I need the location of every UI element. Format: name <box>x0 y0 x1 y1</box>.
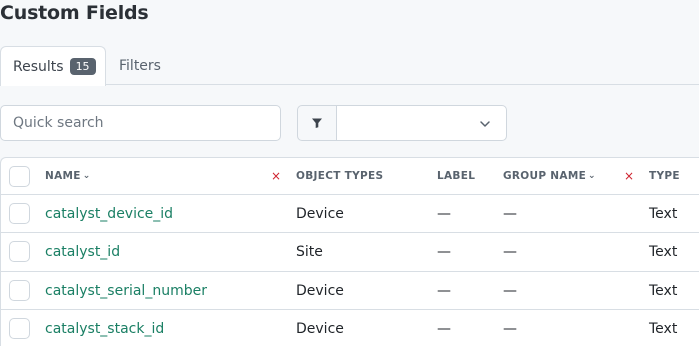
field-name-link[interactable]: catalyst_device_id <box>45 195 173 232</box>
object-types-cell: Site <box>296 244 323 260</box>
group-name-cell: — <box>503 244 517 260</box>
results-count-badge: 15 <box>69 58 96 75</box>
row-checkbox[interactable] <box>9 203 30 224</box>
column-header-name-label: NAME <box>45 170 81 182</box>
label-cell: — <box>437 205 451 222</box>
page-title: Custom Fields <box>0 2 149 24</box>
field-name-link[interactable]: catalyst_stack_id <box>45 310 164 346</box>
results-tabs: Results 15 Filters <box>0 46 699 86</box>
object-types-cell: Device <box>296 205 344 222</box>
filter-icon <box>312 118 322 128</box>
table-header-row: NAME ⌄ × OBJECT TYPES LABEL GROUP NAME ⌄… <box>1 158 699 195</box>
column-header-name[interactable]: NAME ⌄ <box>45 158 91 194</box>
group-name-cell: — <box>503 282 517 299</box>
sort-chevron-icon: ⌄ <box>82 171 91 181</box>
label-cell: — <box>437 320 451 337</box>
tab-filters[interactable]: Filters <box>119 46 161 85</box>
table-row: catalyst_stack_id Device — — Text <box>1 310 699 346</box>
column-header-object-types: OBJECT TYPES <box>296 170 384 182</box>
field-name-link[interactable]: catalyst_serial_number <box>45 272 207 309</box>
group-name-cell: — <box>503 205 517 222</box>
object-types-cell: Device <box>296 320 344 337</box>
label-cell: — <box>437 282 451 299</box>
type-cell: Text <box>649 320 678 337</box>
field-name-link[interactable]: catalyst_id <box>45 233 120 271</box>
label-cell: — <box>437 244 451 260</box>
table-row: catalyst_id Site — — Text <box>1 233 699 272</box>
column-header-label: LABEL <box>437 170 476 182</box>
select-all-checkbox[interactable] <box>9 166 30 187</box>
column-header-group-name[interactable]: GROUP NAME ⌄ <box>503 158 596 194</box>
tab-results[interactable]: Results 15 <box>0 46 106 86</box>
filter-button[interactable] <box>297 105 337 141</box>
filter-field-select[interactable] <box>336 105 507 141</box>
column-header-type: TYPE <box>649 170 680 182</box>
quick-search-input[interactable]: Quick search <box>0 105 281 141</box>
clear-group-filter-icon[interactable]: × <box>624 158 634 194</box>
row-checkbox[interactable] <box>9 241 30 262</box>
custom-fields-table: NAME ⌄ × OBJECT TYPES LABEL GROUP NAME ⌄… <box>0 157 699 346</box>
chevron-down-icon <box>480 121 490 127</box>
clear-name-filter-icon[interactable]: × <box>271 158 281 194</box>
column-header-group-name-label: GROUP NAME <box>503 170 587 182</box>
row-checkbox[interactable] <box>9 318 30 339</box>
group-name-cell: — <box>503 320 517 337</box>
type-cell: Text <box>649 244 678 260</box>
table-row: catalyst_serial_number Device — — Text <box>1 272 699 310</box>
object-types-cell: Device <box>296 282 344 299</box>
type-cell: Text <box>649 205 678 222</box>
table-row: catalyst_device_id Device — — Text <box>1 195 699 233</box>
sort-chevron-icon: ⌄ <box>588 171 596 181</box>
tab-results-label: Results <box>13 58 64 75</box>
row-checkbox[interactable] <box>9 280 30 301</box>
type-cell: Text <box>649 282 678 299</box>
